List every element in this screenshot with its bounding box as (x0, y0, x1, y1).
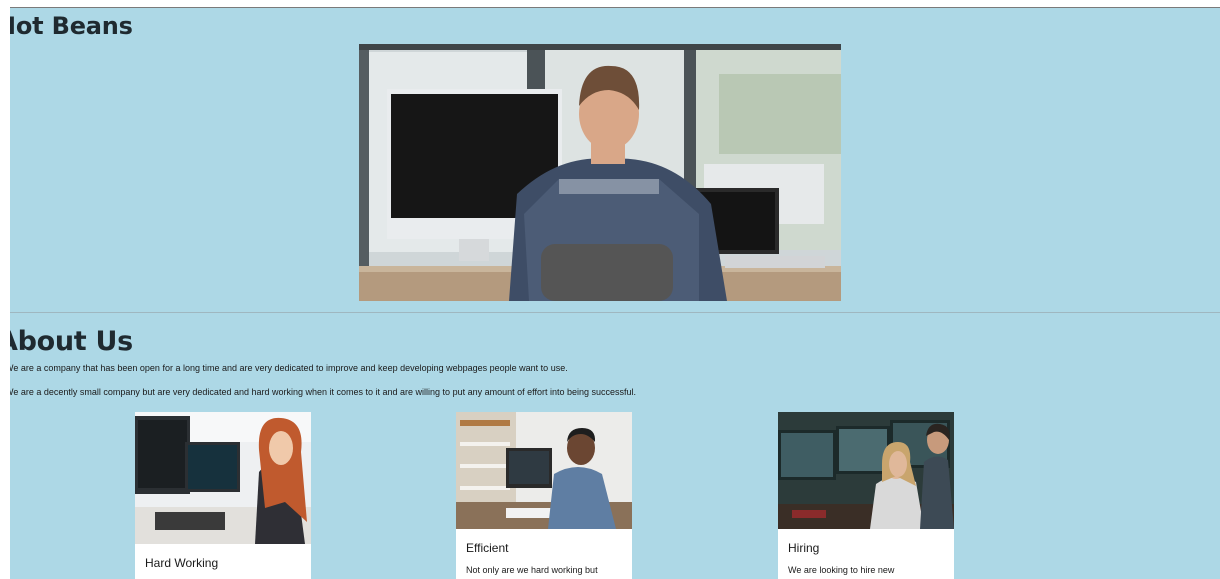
hard-working-illustration (135, 412, 311, 544)
about-paragraph-2: We are a decently small company but are … (10, 387, 637, 397)
page: Hot Beans (0, 0, 1220, 579)
card-text-hiring: We are looking to hire new (788, 565, 895, 575)
about-paragraph-1: We are a company that has been open for … (10, 363, 568, 373)
hiring-illustration (778, 412, 954, 529)
efficient-illustration (456, 412, 632, 529)
card-title-hiring: Hiring (788, 541, 820, 555)
section-divider (10, 312, 1220, 313)
card-text-efficient: Not only are we hard working but (466, 565, 598, 575)
card-image-hard-working (135, 412, 311, 544)
page-background: Hot Beans (10, 7, 1220, 579)
card-efficient: Efficient Not only are we hard working b… (456, 412, 632, 579)
card-title-hard-working: Hard Working (145, 556, 219, 570)
card-image-hiring (778, 412, 954, 529)
card-title-efficient: Efficient (466, 541, 509, 555)
hero-illustration (359, 44, 841, 301)
card-hiring: Hiring We are looking to hire new (778, 412, 954, 579)
card-hard-working: Hard Working (135, 412, 311, 579)
card-image-efficient (456, 412, 632, 529)
site-title: Hot Beans (10, 12, 133, 40)
hero-image (359, 44, 841, 301)
about-title: About Us (10, 326, 133, 357)
